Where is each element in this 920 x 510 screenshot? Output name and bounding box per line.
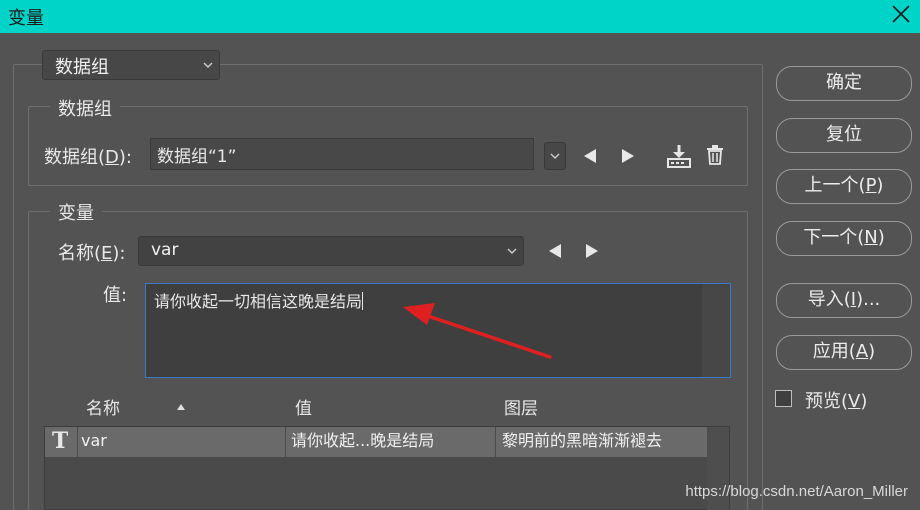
sort-ascending-icon [177,404,185,410]
text-cursor [362,292,364,310]
table-header-name[interactable]: 名称 [86,394,120,419]
ok-button[interactable]: 确定 [776,66,912,101]
preview-checkbox[interactable] [775,390,792,407]
save-datagroup-icon[interactable] [666,143,692,169]
import-button[interactable]: 导入(I)... [776,283,912,318]
datagroup-name-value: 数据组“1” [157,147,237,167]
row-value-cell: 请你收起...晚是结局 [291,431,435,450]
window-title: 变量 [8,8,44,29]
reset-button[interactable]: 复位 [776,118,912,153]
datagroup-legend: 数据组 [50,95,120,121]
column-divider [285,427,286,457]
chevron-down-icon [550,153,560,159]
title-bar: 变量 [0,0,920,33]
row-layer-cell: 黎明前的黑暗渐渐褪去 [502,431,663,450]
chevron-down-icon [507,248,517,254]
previous-button[interactable]: 上一个(P) [776,169,912,204]
column-divider [77,427,78,457]
datagroup-dropdown-button[interactable] [544,142,566,170]
row-name-cell: var [81,431,107,450]
variable-prev-arrow-icon[interactable] [549,244,561,258]
datagroup-label: 数据组(D): [44,147,132,168]
variable-next-arrow-icon[interactable] [586,244,598,258]
preview-label[interactable]: 预览(V) [805,387,867,413]
variable-value-label: 值: [103,285,128,306]
table-row[interactable]: T var 请你收起...晚是结局 黎明前的黑暗渐渐褪去 [45,427,709,457]
variable-legend: 变量 [50,199,102,225]
column-divider [495,427,496,457]
apply-button[interactable]: 应用(A) [776,335,912,370]
next-button[interactable]: 下一个(N) [776,221,912,256]
watermark-text: https://blog.csdn.net/Aaron_Miller [685,483,908,500]
annotation-arrow [403,303,552,359]
table-header-value[interactable]: 值 [295,394,312,419]
text-layer-type-icon: T [52,428,69,454]
variable-name-label: 名称(E): [58,243,126,264]
mode-dropdown[interactable]: 数据组 [42,50,220,80]
datagroup-prev-arrow-icon[interactable] [584,149,596,163]
textarea-scrollbar[interactable] [702,284,730,377]
variables-table: T var 请你收起...晚是结局 黎明前的黑暗渐渐褪去 [44,426,730,510]
close-icon[interactable] [890,3,912,25]
chevron-down-icon [203,62,213,68]
mode-dropdown-value: 数据组 [55,57,109,78]
variable-name-dropdown[interactable]: var [138,236,524,266]
trash-icon[interactable] [706,145,724,165]
datagroup-name-field[interactable]: 数据组“1” [150,138,534,170]
variable-value-text: 请你收起一切相信这晚是结局 [154,292,363,311]
datagroup-next-arrow-icon[interactable] [622,149,634,163]
variable-name-value: var [151,240,179,260]
table-header-layer[interactable]: 图层 [504,394,538,419]
